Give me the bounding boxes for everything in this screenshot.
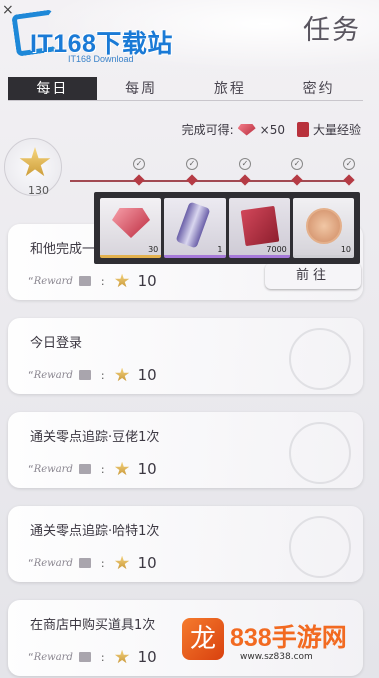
- reward-preview-popup: 30 1 7000 10: [94, 192, 360, 264]
- page-title: 任务: [303, 15, 361, 46]
- watermark-url: www.sz838.com: [240, 652, 313, 662]
- milestone-check-icon: ✓: [343, 158, 355, 170]
- completed-stamp-icon: [289, 328, 351, 390]
- exp-book-icon: [240, 205, 279, 247]
- milestone-check-icon: ✓: [291, 158, 303, 170]
- star-count: 130: [28, 184, 49, 197]
- star-icon: [114, 273, 130, 288]
- reward-item[interactable]: 1: [164, 198, 226, 258]
- gift-icon: [78, 276, 91, 286]
- star-icon: [114, 649, 130, 664]
- task-reward: “ Reward : 10: [28, 460, 157, 478]
- gift-icon: [78, 652, 91, 662]
- task-reward: “ Reward : 10: [28, 554, 157, 572]
- tab-daily[interactable]: 每日: [8, 77, 97, 100]
- logo-subtext: IT168 Download: [68, 54, 134, 64]
- task-title: 今日登录: [30, 336, 83, 351]
- reward-item[interactable]: 10: [292, 198, 354, 258]
- drink-can-icon: [175, 201, 211, 249]
- task-card: 通关零点追踪·豆佬1次 “ Reward : 10: [8, 412, 363, 488]
- reward-value: 10: [137, 648, 157, 666]
- task-card: 通关零点追踪·哈特1次 “ Reward : 10: [8, 506, 363, 582]
- reward-value: 10: [137, 366, 157, 384]
- star-icon: [114, 555, 130, 570]
- milestone-check-icon: ✓: [186, 158, 198, 170]
- task-reward: “ Reward : 10: [28, 648, 157, 666]
- gem-icon: [112, 208, 150, 238]
- task-title: 通关零点追踪·豆佬1次: [30, 430, 160, 445]
- milestone-marker[interactable]: [291, 174, 303, 186]
- gem-icon: [237, 123, 256, 136]
- tab-bar: 每日 每周 旅程 密约: [8, 77, 363, 101]
- gift-icon: [78, 370, 91, 380]
- reward-value: 10: [137, 460, 157, 478]
- completed-stamp-icon: [289, 516, 351, 578]
- milestone-marker[interactable]: [343, 174, 355, 186]
- milestone-marker[interactable]: [239, 174, 251, 186]
- gift-icon: [78, 558, 91, 568]
- tab-secret[interactable]: 密约: [274, 77, 363, 100]
- reward-value: 10: [137, 272, 157, 290]
- milestone-marker[interactable]: [186, 174, 198, 186]
- task-title: 通关零点追踪·哈特1次: [30, 524, 160, 539]
- progress-track: [70, 180, 352, 182]
- exp-label: 大量经验: [312, 123, 361, 137]
- reward-item[interactable]: 7000: [228, 198, 290, 258]
- star-icon: [114, 461, 130, 476]
- task-card: 今日登录 “ Reward : 10: [8, 318, 363, 394]
- task-title: 和他完成一: [30, 242, 96, 257]
- item-qty: 7000: [266, 245, 287, 254]
- task-reward: “ Reward : 10: [28, 366, 157, 384]
- completion-reward: 完成可得: ×50 大量经验: [182, 121, 361, 138]
- item-qty: 1: [217, 245, 223, 254]
- coin-icon: [305, 208, 342, 244]
- reward-word: Reward: [33, 651, 73, 663]
- milestone-check-icon: ✓: [133, 158, 145, 170]
- reward-word: Reward: [33, 369, 73, 381]
- exp-book-icon: [296, 122, 309, 137]
- completed-stamp-icon: [289, 422, 351, 484]
- tab-journey[interactable]: 旅程: [186, 77, 275, 100]
- task-title: 在商店中购买道具1次: [30, 618, 156, 633]
- item-qty: 30: [148, 245, 159, 254]
- reward-word: Reward: [33, 557, 73, 569]
- reward-value: 10: [137, 554, 157, 572]
- reward-word: Reward: [33, 275, 73, 287]
- milestone-marker[interactable]: [133, 174, 145, 186]
- goto-button[interactable]: 前往: [265, 263, 361, 289]
- reward-word: Reward: [33, 463, 73, 475]
- item-qty: 10: [340, 245, 351, 254]
- watermark-text: 838手游网: [230, 624, 347, 652]
- tab-weekly[interactable]: 每周: [97, 77, 186, 100]
- star-icon: [19, 147, 51, 177]
- watermark: 龙 838手游网 www.sz838.com: [178, 616, 378, 676]
- task-reward: “ Reward : 10: [28, 272, 157, 290]
- gem-amount: ×50: [259, 122, 285, 137]
- dragon-logo-icon: 龙: [182, 618, 224, 660]
- site-logo: IT168下载站 IT168 Download: [4, 8, 204, 68]
- reward-item[interactable]: 30: [100, 198, 162, 258]
- milestone-check-icon: ✓: [239, 158, 251, 170]
- completion-label: 完成可得:: [181, 123, 234, 137]
- star-icon: [114, 367, 130, 382]
- gift-icon: [78, 464, 91, 474]
